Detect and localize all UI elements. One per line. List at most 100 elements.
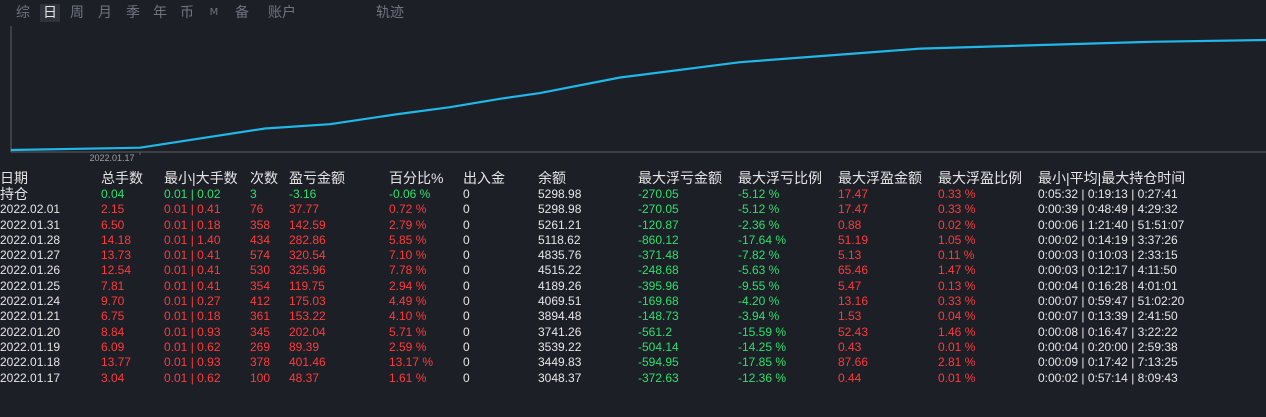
header-total-lots[interactable]: 总手数 [101,170,143,187]
tab-trajectory[interactable]: 轨迹 [373,4,407,22]
cell-max-floating-loss-pct: -12.36 % [738,370,787,385]
cell-profit-loss: 142.59 [289,217,326,232]
cell-deposit-withdrawal: 0 [463,187,470,201]
cell-holding-time: 0:00:03 | 0:10:03 | 2:33:15 [1038,248,1178,263]
cell-total-lots: 6.75 [101,309,125,324]
x-tick-label: 2022.01.17 [89,153,134,163]
tab-currency[interactable]: 币 [178,4,196,22]
header-deposit-withdrawal[interactable]: 出入金 [463,170,505,187]
table-row[interactable]: 2022.01.18 13.77 0.01 | 0.93 378 401.46 13.17… [0,355,1266,370]
header-trade-count[interactable]: 次数 [250,170,278,187]
cell-min-max-lots: 0.01 | 0.18 [164,217,221,232]
cell-max-floating-profit-pct: 0.01 % [938,370,976,385]
tab-notes[interactable]: 备 [233,4,251,22]
table-row[interactable]: 2022.01.24 9.70 0.01 | 0.27 412 175.03 4.49 %… [0,294,1266,309]
cell-holding-time: 0:00:08 | 0:16:47 | 3:22:22 [1038,324,1178,339]
header-balance[interactable]: 余额 [538,170,566,187]
equity-point-1 [139,147,141,149]
tab-quarter[interactable]: 季 [124,4,142,22]
table-row[interactable]: 2022.02.01 2.15 0.01 | 0.41 76 37.77 0.72 % 0 5… [0,202,1266,217]
cell-max-floating-profit: 17.47 [838,187,869,201]
position-row[interactable]: 持仓 0.04 0.01 | 0.02 3 -3.16 -0.06 % 0 5298.98 -2… [0,187,1266,202]
cell-deposit-withdrawal: 0 [463,202,470,217]
header-max-floating-profit-pct[interactable]: 最大浮盈比例 [938,170,1022,187]
cell-total-lots: 13.73 [101,248,132,263]
equity-point-8 [619,76,621,79]
tab-account[interactable]: 账户 [265,4,299,22]
cell-balance: 3741.26 [538,324,582,339]
cell-percent: 2.94 % [389,278,427,293]
cell-max-floating-profit-pct: 0.02 % [938,217,976,232]
table-row[interactable]: 2022.01.31 6.50 0.01 | 0.18 358 142.59 2.79 %… [0,218,1266,233]
cell-trade-count: 574 [250,248,271,263]
cell-max-floating-profit: 17.47 [838,202,869,217]
header-holding-time[interactable]: 最小|平均|最大持仓时间 [1038,170,1185,187]
cell-deposit-withdrawal: 0 [463,248,470,263]
cell-max-floating-profit-pct: 0.13 % [938,278,976,293]
cell-date: 2022.01.26 [0,263,61,278]
cell-holding-time: 0:00:06 | 1:21:40 | 51:51:07 [1038,217,1185,232]
cell-profit-loss: -3.16 [289,187,317,201]
cell-max-floating-profit: 52.43 [838,324,869,339]
cell-max-floating-loss: -504.14 [638,339,679,354]
cell-max-floating-loss: -120.87 [638,217,679,232]
cell-balance: 4189.26 [538,278,582,293]
table-row[interactable]: 2022.01.17 3.04 0.01 | 0.62 100 48.37 1.61 % 0… [0,371,1266,386]
header-min-max-lots[interactable]: 最小|大手数 [164,170,238,187]
table-row[interactable]: 2022.01.26 12.54 0.01 | 0.41 530 325.96 7.78 … [0,263,1266,278]
cell-max-floating-profit-pct: 2.81 % [938,355,976,370]
cell-date: 2022.01.17 [0,370,61,385]
cell-min-max-lots: 0.01 | 0.18 [164,309,221,324]
table-row[interactable]: 2022.01.25 7.81 0.01 | 0.41 354 119.75 2.94 %… [0,279,1266,294]
header-percent[interactable]: 百分比% [389,170,443,187]
cell-holding-time: 0:00:03 | 0:12:17 | 4:11:50 [1038,263,1177,278]
cell-date: 2022.01.28 [0,232,61,247]
table-row[interactable]: 2022.01.27 13.73 0.01 | 0.41 574 320.54 7.10 … [0,248,1266,263]
header-max-floating-loss[interactable]: 最大浮亏金额 [638,170,722,187]
header-max-floating-loss-pct[interactable]: 最大浮亏比例 [738,170,822,187]
cell-max-floating-profit-pct: 0.33 % [938,187,976,201]
equity-point-0 [10,149,12,151]
header-profit-loss[interactable]: 盈亏金额 [289,170,345,187]
tab-month[interactable]: 月 [96,4,114,22]
cell-date: 2022.01.21 [0,309,61,324]
cell-max-floating-loss-pct: -5.63 % [738,263,780,278]
cell-min-max-lots: 0.01 | 0.41 [164,248,221,263]
tab-magic[interactable]: M [208,4,220,22]
cell-max-floating-profit: 65.46 [838,263,869,278]
cell-total-lots: 2.15 [101,202,125,217]
cell-max-floating-profit-pct: 1.05 % [938,232,976,247]
header-max-floating-profit[interactable]: 最大浮盈金额 [838,170,922,187]
tab-year[interactable]: 年 [151,4,169,22]
tab-week[interactable]: 周 [68,4,86,22]
cell-deposit-withdrawal: 0 [463,217,470,232]
cell-profit-loss: 202.04 [289,324,326,339]
equity-point-4 [394,113,396,116]
cell-percent: 2.59 % [389,339,427,354]
cell-max-floating-loss-pct: -15.59 % [738,324,787,339]
tab-day[interactable]: 日 [40,4,60,22]
cell-deposit-withdrawal: 0 [463,232,470,247]
cell-min-max-lots: 0.01 | 0.02 [164,187,221,201]
cell-max-floating-profit: 5.47 [838,278,862,293]
cell-percent: 7.78 % [389,263,427,278]
cell-max-floating-loss: -169.68 [638,294,679,309]
cell-date: 2022.01.27 [0,248,61,263]
cell-date: 2022.02.01 [0,202,61,217]
cell-trade-count: 354 [250,278,271,293]
cell-total-lots: 0.04 [101,187,125,201]
equity-chart: 2022.01.17 [0,26,1266,164]
cell-percent: 5.85 % [389,232,427,247]
cell-profit-loss: 320.54 [289,248,326,263]
table-row[interactable]: 2022.01.19 6.09 0.01 | 0.62 269 89.39 2.59 % 0… [0,340,1266,355]
cell-trade-count: 345 [250,324,271,339]
cell-max-floating-profit: 0.44 [838,370,862,385]
tab-summary[interactable]: 综 [14,4,32,22]
table-row[interactable]: 2022.01.28 14.18 0.01 | 1.40 434 282.86 5.85 … [0,233,1266,248]
cell-balance: 5298.98 [538,202,582,217]
header-date[interactable]: 日期 [0,170,28,187]
cell-max-floating-loss: -561.2 [638,324,673,339]
cell-min-max-lots: 0.01 | 0.93 [164,355,221,370]
table-row[interactable]: 2022.01.20 8.84 0.01 | 0.93 345 202.04 5.71 %… [0,325,1266,340]
table-row[interactable]: 2022.01.21 6.75 0.01 | 0.18 361 153.22 4.10 %… [0,309,1266,324]
